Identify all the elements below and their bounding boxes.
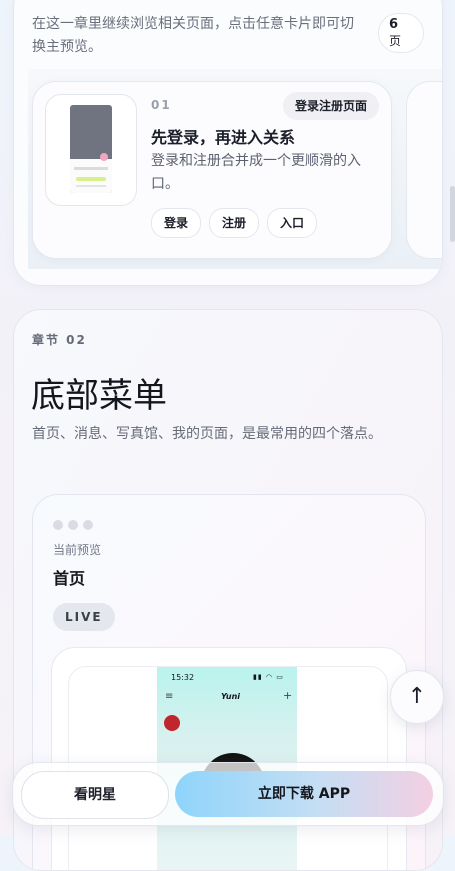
page-card-badge: 登录注册页面	[283, 92, 380, 120]
page-card-title: 先登录，再进入关系	[151, 128, 296, 147]
avatar	[164, 715, 180, 731]
scroll-to-top-button[interactable]: ↑	[390, 670, 444, 724]
live-badge: LIVE	[53, 603, 115, 631]
chapter-pages-card: 在这一章里继续浏览相关页面，点击任意卡片即可切换主预览。 6 页 01 登录注册…	[13, 0, 443, 286]
chapter-intro: 在这一章里继续浏览相关页面，点击任意卡片即可切换主预览。	[32, 16, 354, 55]
chip-entry[interactable]: 入口	[267, 208, 318, 238]
page-thumbnail	[45, 94, 137, 206]
chip-login[interactable]: 登录	[151, 208, 202, 238]
chip-register[interactable]: 注册	[209, 208, 260, 238]
plus-icon: +	[283, 689, 293, 702]
download-app-button[interactable]: 立即下载 APP	[175, 771, 433, 817]
page-card-next[interactable]	[406, 81, 442, 259]
preview-frame: 15:32 ▮▮ ◠ ▭ ≡ Yuni +	[51, 647, 407, 870]
view-stars-button[interactable]: 看明星	[21, 771, 169, 819]
page-card-description: 登录和注册合并成一个更顺滑的入口。	[151, 153, 361, 192]
chapter-label: 章节 02	[32, 333, 87, 347]
page-count-unit: 页	[389, 34, 402, 48]
scrollbar-thumb[interactable]	[450, 186, 455, 242]
current-preview-label: 当前预览	[53, 543, 102, 557]
page-count-badge: 6 页	[378, 13, 424, 53]
section-title: 底部菜单	[31, 376, 167, 416]
section-description: 首页、消息、写真馆、我的页面，是最常用的四个落点。	[32, 426, 382, 442]
screenshot-app-name: Yuni	[221, 692, 241, 701]
bottom-action-bar: 看明星 立即下载 APP	[12, 762, 444, 826]
screenshot-time: 15:32	[171, 673, 195, 682]
menu-icon: ≡	[165, 691, 174, 702]
window-dots	[53, 515, 98, 534]
phone-mockup-image	[70, 105, 112, 193]
arrow-up-icon: ↑	[407, 684, 427, 709]
status-icons: ▮▮ ◠ ▭	[253, 673, 284, 681]
page-count-number: 6	[389, 17, 399, 32]
current-preview-name: 首页	[53, 569, 86, 588]
page-card-index: 01	[151, 98, 172, 112]
page-card-login[interactable]: 01 登录注册页面 先登录，再进入关系 登录和注册合并成一个更顺滑的入口。 登录…	[32, 81, 392, 259]
